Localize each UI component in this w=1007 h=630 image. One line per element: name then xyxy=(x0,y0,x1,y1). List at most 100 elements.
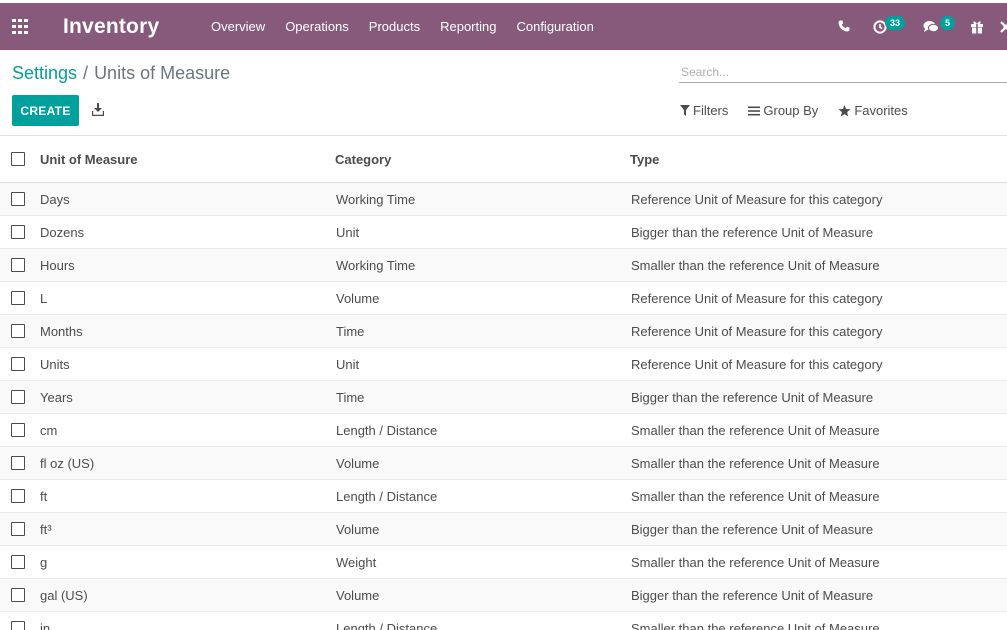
menu-configuration[interactable]: Configuration xyxy=(516,19,593,34)
cell-unit: ft³ xyxy=(40,522,52,537)
app-title[interactable]: Inventory xyxy=(63,15,159,39)
row-checkbox[interactable] xyxy=(11,522,25,536)
cell-type: Reference Unit of Measure for this categ… xyxy=(631,192,883,207)
search-input[interactable] xyxy=(679,62,1007,83)
table-header: Unit of Measure Category Type xyxy=(0,136,1007,183)
cell-category: Volume xyxy=(336,588,380,603)
table-row[interactable]: ft³ Volume Bigger than the reference Unit … xyxy=(0,513,1007,546)
phone-icon[interactable] xyxy=(838,20,850,32)
table-row[interactable]: Days Working Time Reference Unit of Measur… xyxy=(0,183,1007,216)
breadcrumb-current: Units of Measure xyxy=(94,63,231,83)
row-checkbox[interactable] xyxy=(11,390,25,404)
menu-overview[interactable]: Overview xyxy=(211,19,265,34)
top-navbar: Inventory Overview Operations Products R… xyxy=(0,3,1007,50)
cell-type: Reference Unit of Measure for this categ… xyxy=(631,324,883,339)
breadcrumb-settings-link[interactable]: Settings xyxy=(12,63,77,83)
gift-icon[interactable] xyxy=(970,20,984,34)
cell-category: Length / Distance xyxy=(336,621,438,630)
row-checkbox[interactable] xyxy=(11,423,25,437)
table-row[interactable]: fl oz (US) Volume Smaller than the referen… xyxy=(0,447,1007,480)
cell-category: Unit xyxy=(336,225,360,240)
row-checkbox[interactable] xyxy=(11,555,25,569)
cell-category: Volume xyxy=(336,456,380,471)
row-checkbox[interactable] xyxy=(11,258,25,272)
cell-type: Smaller than the reference Unit of Measu… xyxy=(631,423,880,438)
cell-unit: L xyxy=(40,291,48,306)
create-button[interactable]: CREATE xyxy=(12,95,79,126)
row-checkbox[interactable] xyxy=(11,489,25,503)
cell-unit: Days xyxy=(40,192,70,207)
chat-icon[interactable] xyxy=(923,20,939,34)
column-header-category[interactable]: Category xyxy=(335,152,391,167)
filters-button[interactable]: Filters xyxy=(680,103,728,118)
row-checkbox[interactable] xyxy=(11,324,25,338)
cell-unit: ft xyxy=(40,489,48,504)
row-checkbox[interactable] xyxy=(11,192,25,206)
cell-unit: in xyxy=(40,621,51,630)
groupby-button[interactable]: Group By xyxy=(748,103,818,118)
download-icon[interactable] xyxy=(92,103,104,116)
table-row[interactable]: g Weight Smaller than the reference Unit o… xyxy=(0,546,1007,579)
row-checkbox[interactable] xyxy=(11,456,25,470)
column-header-unit[interactable]: Unit of Measure xyxy=(40,152,138,167)
cell-type: Bigger than the reference Unit of Measur… xyxy=(631,390,874,405)
table-row[interactable]: cm Length / Distance Smaller than the refe… xyxy=(0,414,1007,447)
cell-unit: gal (US) xyxy=(40,588,88,603)
cell-category: Volume xyxy=(336,522,380,537)
apps-grid-icon[interactable] xyxy=(12,19,30,34)
cell-type: Smaller than the reference Unit of Measu… xyxy=(631,258,880,273)
cell-category: Time xyxy=(336,390,365,405)
groupby-label: Group By xyxy=(763,103,819,118)
cell-type: Reference Unit of Measure for this categ… xyxy=(631,291,883,306)
cell-unit: cm xyxy=(40,423,58,438)
select-all-checkbox[interactable] xyxy=(11,152,25,166)
cell-type: Smaller than the reference Unit of Measu… xyxy=(631,621,880,630)
table-row[interactable]: L Volume Reference Unit of Measure for thi… xyxy=(0,282,1007,315)
units-table: Unit of Measure Category Type Days Workin… xyxy=(0,136,1007,630)
table-row[interactable]: in Length / Distance Smaller than the refe… xyxy=(0,612,1007,630)
column-header-type[interactable]: Type xyxy=(630,152,659,167)
cell-unit: Dozens xyxy=(40,225,85,240)
cell-unit: Months xyxy=(40,324,83,339)
table-body: Days Working Time Reference Unit of Measur… xyxy=(0,183,1007,630)
menu-operations[interactable]: Operations xyxy=(285,19,349,34)
menu-products[interactable]: Products xyxy=(369,19,420,34)
cell-category: Unit xyxy=(336,357,360,372)
cell-type: Bigger than the reference Unit of Measur… xyxy=(631,588,874,603)
cell-type: Bigger than the reference Unit of Measur… xyxy=(631,522,874,537)
row-checkbox[interactable] xyxy=(11,291,25,305)
row-checkbox[interactable] xyxy=(11,357,25,371)
cell-type: Smaller than the reference Unit of Measu… xyxy=(631,555,880,570)
cell-category: Weight xyxy=(336,555,377,570)
activity-count-badge: 33 xyxy=(884,16,905,30)
cell-type: Smaller than the reference Unit of Measu… xyxy=(631,489,880,504)
cell-type: Bigger than the reference Unit of Measur… xyxy=(631,225,874,240)
debug-icon[interactable] xyxy=(999,20,1007,34)
table-row[interactable]: Hours Working Time Smaller than the refere… xyxy=(0,249,1007,282)
row-checkbox[interactable] xyxy=(11,621,25,630)
filters-label: Filters xyxy=(693,103,729,118)
breadcrumb-separator: / xyxy=(83,63,89,83)
cell-category: Working Time xyxy=(336,192,416,207)
table-row[interactable]: Months Time Reference Unit of Measure for … xyxy=(0,315,1007,348)
cell-category: Length / Distance xyxy=(336,489,438,504)
cell-category: Time xyxy=(336,324,365,339)
table-row[interactable]: Dozens Unit Bigger than the reference Unit… xyxy=(0,216,1007,249)
table-row[interactable]: Years Time Bigger than the reference Unit … xyxy=(0,381,1007,414)
cell-category: Volume xyxy=(336,291,380,306)
table-row[interactable]: gal (US) Volume Bigger than the reference … xyxy=(0,579,1007,612)
table-row[interactable]: Units Unit Reference Unit of Measure for t… xyxy=(0,348,1007,381)
main-menu: Overview Operations Products Reporting C… xyxy=(211,3,614,50)
cell-category: Working Time xyxy=(336,258,416,273)
cell-category: Length / Distance xyxy=(336,423,438,438)
menu-reporting[interactable]: Reporting xyxy=(440,19,496,34)
row-checkbox[interactable] xyxy=(11,225,25,239)
cell-unit: Years xyxy=(40,390,73,405)
row-checkbox[interactable] xyxy=(11,588,25,602)
breadcrumb: Settings / Units of Measure xyxy=(12,63,230,84)
table-row[interactable]: ft Length / Distance Smaller than the refe… xyxy=(0,480,1007,513)
cell-unit: Units xyxy=(40,357,70,372)
star-icon xyxy=(838,104,851,116)
favorites-button[interactable]: Favorites xyxy=(838,103,908,118)
cell-unit: fl oz (US) xyxy=(40,456,95,471)
